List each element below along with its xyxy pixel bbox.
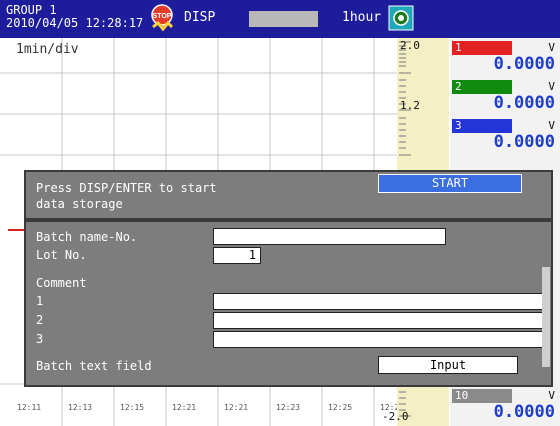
batch-text-field-label: Batch text field xyxy=(36,359,152,373)
division-label: 1min/div xyxy=(16,42,79,57)
channel-value: 0.0000 xyxy=(493,402,555,422)
dialog-scrollbar[interactable] xyxy=(542,267,550,367)
stop-label: STOP xyxy=(153,13,172,20)
batch-name-field[interactable] xyxy=(213,228,446,245)
memory-icon xyxy=(388,5,414,31)
channel-number: 3 xyxy=(452,119,512,133)
start-button[interactable]: START xyxy=(378,174,522,193)
channel-value: 0.0000 xyxy=(493,54,555,74)
scale-bottom: -2.0 xyxy=(382,410,409,423)
scale-mid: 1.2 xyxy=(400,99,420,112)
lot-number-label: Lot No. xyxy=(36,248,87,262)
time-label: 12:13 xyxy=(68,403,93,412)
channel-number: 10 xyxy=(452,389,512,403)
group-datetime: GROUP 1 2010/04/05 12:28:17 xyxy=(6,4,143,30)
channel-number: 1 xyxy=(452,41,512,55)
status-bar: GROUP 1 2010/04/05 12:28:17 STOP DISP 1h… xyxy=(0,0,560,38)
prompt-line-2: data storage xyxy=(36,197,123,211)
data-storage-dialog: Press DISP/ENTER to start data storage S… xyxy=(24,170,553,387)
channel-value: 0.0000 xyxy=(493,93,555,113)
time-label: 12:11 xyxy=(17,403,42,412)
comment-1-field[interactable] xyxy=(213,293,543,310)
channel-value: 0.0000 xyxy=(493,132,555,152)
channel-2: 2 V 0.0000 xyxy=(450,79,560,119)
prompt-line-1: Press DISP/ENTER to start xyxy=(36,181,217,195)
batch-name-label: Batch name-No. xyxy=(36,230,138,244)
datetime: 2010/04/05 12:28:17 xyxy=(6,16,144,30)
time-label: 12:15 xyxy=(120,403,145,412)
time-label: 12:21 xyxy=(224,403,249,412)
comment-2-field[interactable] xyxy=(213,312,543,329)
channel-unit: V xyxy=(548,80,555,93)
display-bar xyxy=(249,11,318,27)
stop-icon: STOP xyxy=(151,4,174,32)
time-label: 12:25 xyxy=(328,403,353,412)
comment-1-label: 1 xyxy=(36,294,44,308)
channel-unit: V xyxy=(548,119,555,132)
comment-3-label: 3 xyxy=(36,332,44,346)
comment-label: Comment xyxy=(36,276,87,290)
channel-number: 2 xyxy=(452,80,512,94)
scale-top: 2.0 xyxy=(400,39,420,52)
comment-3-field[interactable] xyxy=(213,331,543,348)
time-label: 12:21 xyxy=(172,403,197,412)
channel-unit: V xyxy=(548,41,555,54)
channel-1: 1 V 0.0000 xyxy=(450,40,560,80)
lot-number-field[interactable]: 1 xyxy=(213,247,261,264)
display-mode: DISP xyxy=(184,10,216,25)
time-label: 12:23 xyxy=(276,403,301,412)
time-span: 1hour xyxy=(342,10,382,25)
dialog-divider xyxy=(26,218,551,222)
channel-unit: V xyxy=(548,389,555,402)
comment-2-label: 2 xyxy=(36,313,44,327)
channel-3: 3 V 0.0000 xyxy=(450,118,560,158)
input-button[interactable]: Input xyxy=(378,356,518,374)
channel-10: 10 V 0.0000 xyxy=(450,388,560,426)
recorder-screen: GROUP 1 2010/04/05 12:28:17 STOP DISP 1h… xyxy=(0,0,560,426)
